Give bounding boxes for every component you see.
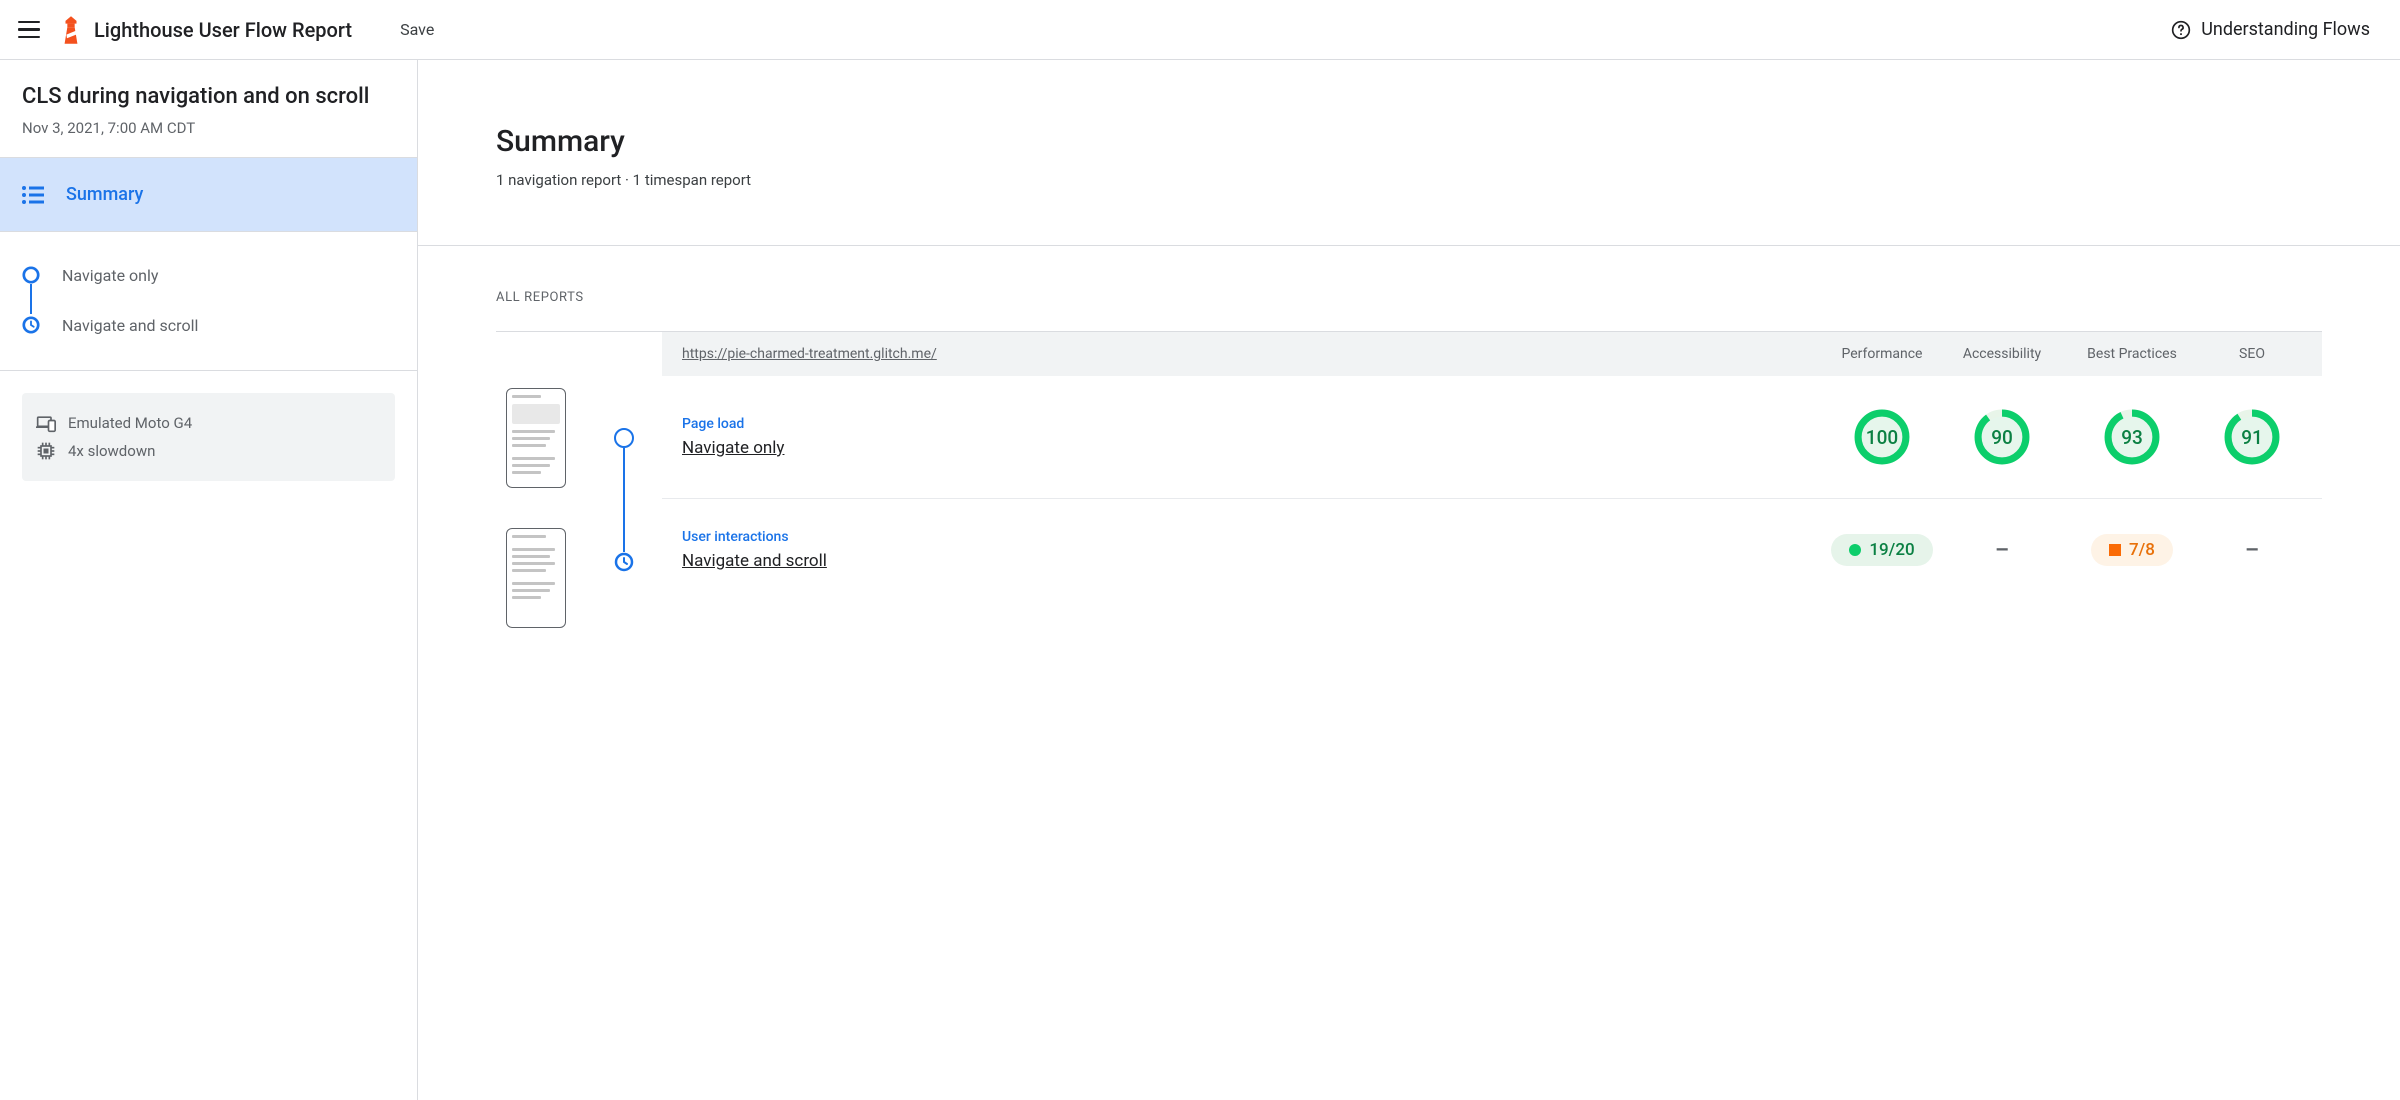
settings-device: Emulated Moto G4 (36, 409, 381, 437)
list-icon (22, 186, 44, 204)
clock-icon (614, 552, 634, 572)
accessibility-gauge[interactable]: 90 (1971, 406, 2033, 468)
row-category: Page load (682, 416, 1822, 432)
sidebar: CLS during navigation and on scroll Nov … (0, 60, 418, 1100)
flow-date: Nov 3, 2021, 7:00 AM CDT (22, 119, 395, 137)
topbar: Lighthouse User Flow Report Save Underst… (0, 0, 2400, 60)
screenshot-thumbnail (506, 528, 566, 628)
row-category: User interactions (682, 529, 1822, 545)
best-practices-gauge[interactable]: 93 (2101, 406, 2163, 468)
app-title: Lighthouse User Flow Report (94, 18, 352, 42)
help-label: Understanding Flows (2201, 19, 2370, 40)
page-title: Summary (496, 124, 2400, 159)
fraction-value: 19/20 (1869, 540, 1914, 560)
sidebar-step-label: Navigate and scroll (62, 316, 198, 335)
best-practices-fraction[interactable]: 7/8 (2091, 534, 2173, 566)
circle-icon (614, 428, 634, 448)
sidebar-steps: Navigate only Navigate and scroll (0, 232, 417, 371)
average-square-icon (2109, 544, 2121, 556)
settings-throttling-label: 4x slowdown (68, 442, 155, 460)
help-icon (2171, 20, 2191, 40)
main-content: Summary 1 navigation report · 1 timespan… (418, 60, 2400, 1100)
row-step-link[interactable]: Navigate only (682, 438, 1822, 458)
sidebar-header: CLS during navigation and on scroll Nov … (0, 60, 417, 158)
sidebar-settings: Emulated Moto G4 (22, 393, 395, 481)
lighthouse-logo-icon (60, 16, 82, 44)
all-reports-heading: ALL REPORTS (496, 290, 2322, 305)
table-header: https://pie-charmed-treatment.glitch.me/… (662, 332, 2322, 376)
settings-device-label: Emulated Moto G4 (68, 414, 192, 432)
sidebar-summary-label: Summary (66, 184, 143, 205)
sidebar-step-navigate-only[interactable]: Navigate only (22, 254, 395, 296)
table-row: User interactions Navigate and scroll 19… (662, 499, 2322, 601)
menu-icon[interactable] (12, 12, 48, 48)
save-button[interactable]: Save (400, 20, 434, 39)
gauge-value: 90 (1971, 406, 2033, 468)
circle-icon (22, 266, 40, 284)
gauge-value: 93 (2101, 406, 2163, 468)
flow-title: CLS during navigation and on scroll (22, 84, 395, 109)
performance-gauge[interactable]: 100 (1851, 406, 1913, 468)
clock-icon (22, 316, 40, 334)
flow-connector (614, 332, 662, 576)
performance-fraction[interactable]: 19/20 (1831, 534, 1932, 566)
gauge-value: 100 (1851, 406, 1913, 468)
chip-icon (36, 441, 56, 461)
table-row: Page load Navigate only 100 (662, 376, 2322, 499)
tested-url-link[interactable]: https://pie-charmed-treatment.glitch.me/ (682, 346, 1822, 362)
screenshot-thumbnail (506, 388, 566, 488)
column-performance: Performance (1822, 346, 1942, 362)
settings-throttling: 4x slowdown (36, 437, 381, 465)
pass-dot-icon (1849, 544, 1861, 556)
gauge-value: 91 (2221, 406, 2283, 468)
column-best-practices: Best Practices (2062, 346, 2202, 362)
seo-na: – (2202, 538, 2302, 563)
help-link[interactable]: Understanding Flows (2171, 19, 2370, 40)
sidebar-step-navigate-and-scroll[interactable]: Navigate and scroll (22, 304, 395, 346)
fraction-value: 7/8 (2129, 540, 2155, 560)
seo-gauge[interactable]: 91 (2221, 406, 2283, 468)
column-accessibility: Accessibility (1942, 346, 2062, 362)
column-seo: SEO (2202, 346, 2302, 362)
thumbnails-column (496, 332, 614, 628)
device-icon (36, 413, 56, 433)
accessibility-na: – (1942, 538, 2062, 563)
sidebar-step-label: Navigate only (62, 266, 158, 285)
row-step-link[interactable]: Navigate and scroll (682, 551, 1822, 571)
page-subtitle: 1 navigation report · 1 timespan report (496, 171, 2400, 189)
sidebar-item-summary[interactable]: Summary (0, 158, 417, 232)
